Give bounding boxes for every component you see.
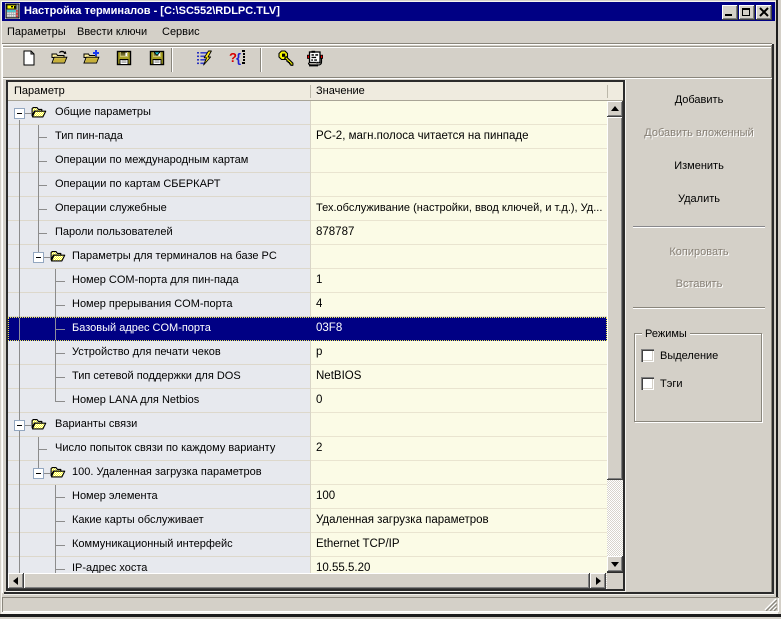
svg-text:{: { [236, 51, 241, 66]
